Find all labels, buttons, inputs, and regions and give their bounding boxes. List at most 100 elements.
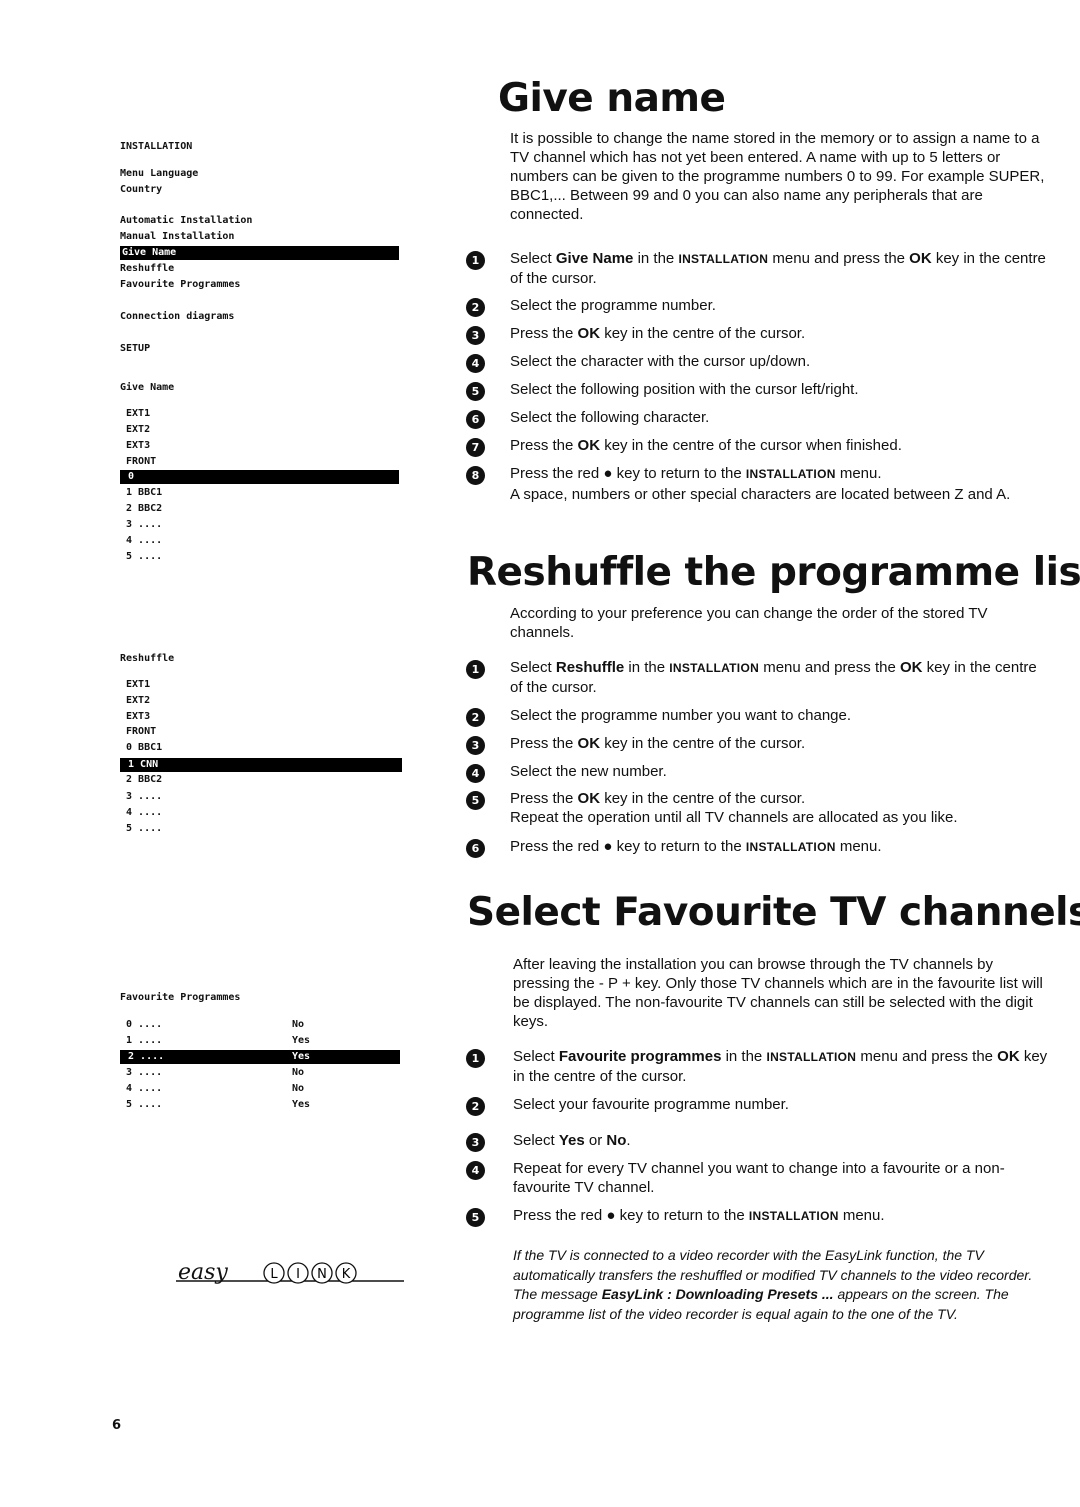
step-number-icon: 1 (466, 660, 485, 679)
programme-slot: 0 .... (120, 1019, 163, 1030)
step-number-icon: 3 (466, 1133, 485, 1152)
step-text: Select Reshuffle in the INSTALLATION men… (510, 658, 1050, 697)
text-run: key in the centre of the cursor when fin… (600, 437, 902, 454)
logo-letter: K (342, 1267, 351, 1282)
text-run: key to return to the (612, 838, 746, 855)
step-text: Press the OK key in the centre of the cu… (510, 789, 1050, 827)
step-number-icon: 3 (466, 736, 485, 755)
step-number-icon: 2 (466, 1097, 485, 1116)
section-intro: After leaving the installation you can b… (513, 956, 1043, 1030)
text-run: OK (577, 790, 601, 807)
text-run: EasyLink : Downloading Presets ... (601, 1286, 834, 1302)
favourite-value: No (292, 1067, 305, 1078)
text-run: Select the programme number. (510, 297, 716, 314)
text-run: menu. (838, 1207, 885, 1224)
programme-slot: 2 .... (122, 1051, 165, 1062)
step-number-icon: 6 (466, 410, 485, 429)
text-run: OK (577, 437, 601, 454)
text-run: OK (909, 250, 932, 267)
text-run: Repeat for every TV channel you want to … (513, 1160, 1005, 1196)
text-run: Press the (510, 735, 578, 752)
text-run: key to return to the (612, 465, 746, 482)
step-text: Press the red ● key to return to the INS… (513, 1206, 1053, 1226)
menu-item: 3 .... (120, 519, 163, 530)
menu-item: EXT1 (120, 679, 151, 690)
text-run: Select (513, 1048, 559, 1065)
text-run: Press the (510, 437, 578, 454)
step-text: Press the OK key in the centre of the cu… (510, 324, 1050, 343)
text-run: in the (633, 250, 679, 267)
text-run: Select (513, 1132, 559, 1149)
favourite-value: No (292, 1083, 305, 1094)
menu-item: Favourite Programmes (120, 279, 241, 290)
programme-slot: 4 .... (120, 1083, 163, 1094)
logo-letter: I (296, 1267, 300, 1282)
favourite-row: 0 .... No (120, 1018, 304, 1032)
text-run: menu and press the (768, 250, 910, 267)
text-run: Select your favourite programme number. (513, 1096, 789, 1113)
menu-item: 0 BBC1 (120, 742, 163, 753)
menu-item: FRONT (120, 456, 157, 467)
favourite-row: 2 .... Yes (120, 1050, 400, 1064)
step-number-icon: 6 (466, 839, 485, 858)
text-run: menu. (835, 465, 882, 482)
menu-item: Menu Language (120, 168, 199, 179)
step-text: Select Favourite programmes in the INSTA… (513, 1047, 1053, 1086)
favourite-value: Yes (292, 1051, 311, 1062)
menu-item: EXT3 (120, 440, 151, 451)
menu-item: FRONT (120, 726, 157, 737)
menu-item-selected: 1 CNN (120, 758, 402, 772)
text-run: key in the centre of the cursor. (600, 735, 806, 752)
step-number-icon: 1 (466, 1049, 485, 1068)
menu-item: Connection diagrams (120, 311, 235, 322)
step-number-icon: 8 (466, 466, 485, 485)
text-run: Select the new number. (510, 763, 667, 780)
page-number: 6 (112, 1418, 122, 1433)
text-run: Favourite programmes (558, 1048, 722, 1065)
menu-item: Manual Installation (120, 231, 235, 242)
text-run: key in the centre of the cursor. (600, 325, 806, 342)
section-title: Reshuffle the programme list (467, 550, 1080, 595)
step-number-icon: 4 (466, 354, 485, 373)
section-intro: It is possible to change the name stored… (510, 130, 1045, 223)
menu-item: 4 .... (120, 807, 163, 818)
text-run: Select the character with the cursor up/… (510, 353, 811, 370)
step-text: Select your favourite programme number. (513, 1095, 1053, 1114)
menu-item: EXT2 (120, 424, 151, 435)
text-run: key to return to the (615, 1207, 749, 1224)
text-run: in the (624, 659, 670, 676)
text-run: Select the following position with the c… (510, 381, 859, 398)
step-text: Press the OK key in the centre of the cu… (510, 734, 1050, 753)
text-run: Repeat the operation until all TV channe… (510, 809, 958, 826)
step-text: Select the new number. (510, 762, 1050, 781)
favourite-row: 3 .... No (120, 1066, 304, 1080)
menu-item: EXT1 (120, 408, 151, 419)
text-run: Press the (510, 325, 578, 342)
logo-letter: L (270, 1267, 278, 1282)
favourite-value: Yes (292, 1099, 311, 1110)
text-run: Reshuffle (555, 659, 625, 676)
step-number-icon: 5 (466, 1208, 485, 1227)
text-run: Yes (558, 1132, 585, 1149)
menu-item: 5 .... (120, 551, 163, 562)
programme-slot: 5 .... (120, 1099, 163, 1110)
step-text: Select Give Name in the INSTALLATION men… (510, 249, 1050, 288)
menu-item-selected: Give Name (120, 246, 399, 260)
step-text: Select the character with the cursor up/… (510, 352, 1050, 371)
step-number-icon: 3 (466, 326, 485, 345)
step-text: Select Yes or No. (513, 1131, 1053, 1150)
step-number-icon: 4 (466, 764, 485, 783)
text-run: or (584, 1132, 607, 1149)
text-run: No (606, 1132, 627, 1149)
text-run: Press the red (510, 465, 604, 482)
menu-item: INSTALLATION (120, 141, 193, 152)
step-number-icon: 2 (466, 298, 485, 317)
section-title: Give name (498, 76, 726, 121)
menu-item: Give Name (120, 382, 175, 393)
step-number-icon: 4 (466, 1161, 485, 1180)
text-run: INSTALLATION (748, 1209, 839, 1223)
menu-item: EXT3 (120, 711, 151, 722)
step-number-icon: 5 (466, 382, 485, 401)
text-run: OK (997, 1048, 1020, 1065)
favourite-value: Yes (292, 1035, 311, 1046)
